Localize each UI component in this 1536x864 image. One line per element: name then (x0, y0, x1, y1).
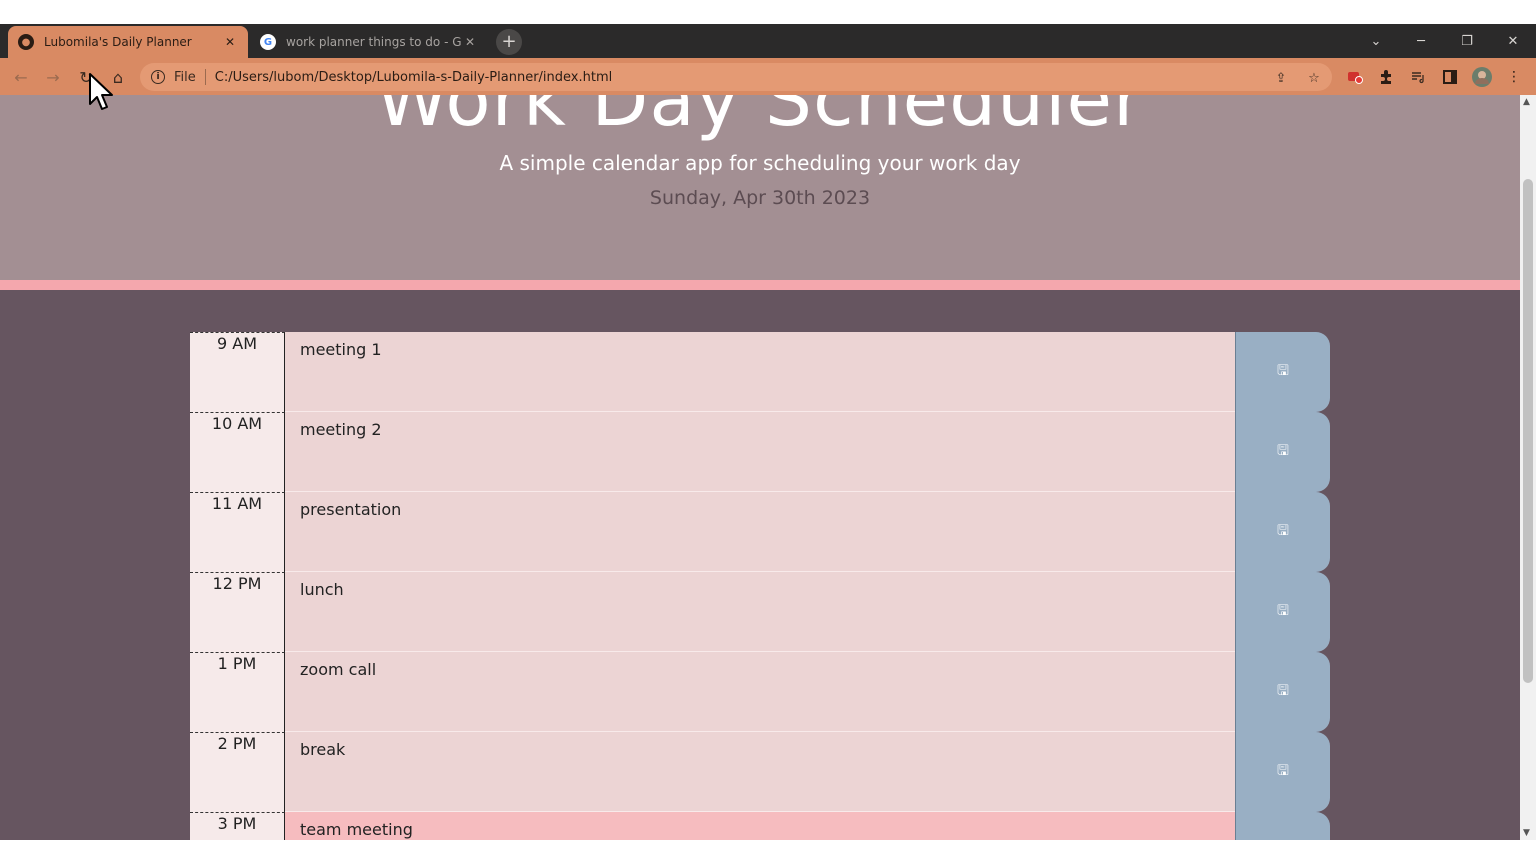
top-margin (0, 0, 1536, 24)
share-icon[interactable]: ⇪ (1272, 69, 1290, 87)
page-subtitle: A simple calendar app for scheduling you… (499, 151, 1021, 175)
browser-toolbar: ← → ↻ ⌂ i File C:/Users/lubom/Desktop/Lu… (0, 58, 1536, 95)
description-textarea[interactable]: team meeting (285, 812, 1235, 840)
vertical-scrollbar[interactable]: ▲ ▼ (1520, 95, 1536, 840)
hour-label: 1 PM (190, 652, 285, 732)
save-button[interactable]: 🖫 (1235, 812, 1330, 840)
url-text[interactable]: C:/Users/lubom/Desktop/Lubomila-s-Daily-… (215, 70, 612, 85)
side-panel-icon[interactable] (1439, 66, 1461, 88)
schedule-container: 9 AM meeting 1 🖫 10 AM meeting 2 🖫 11 AM… (190, 332, 1330, 840)
scroll-up-arrow-icon[interactable]: ▲ (1523, 97, 1530, 107)
scrollbar-thumb[interactable] (1523, 179, 1533, 683)
save-button[interactable]: 🖫 (1235, 492, 1330, 572)
media-queue-icon[interactable] (1407, 66, 1429, 88)
hour-label: 3 PM (190, 812, 285, 840)
header-jumbotron: Work Day Scheduler A simple calendar app… (0, 95, 1520, 290)
hour-label: 12 PM (190, 572, 285, 652)
save-floppy-icon: 🖫 (1277, 523, 1289, 539)
description-textarea[interactable]: break (285, 732, 1235, 812)
save-floppy-icon: 🖫 (1277, 603, 1289, 619)
profile-avatar-icon[interactable] (1471, 66, 1493, 88)
browser-tab-bar: ● Lubomila's Daily Planner ✕ G work plan… (0, 24, 1536, 58)
save-floppy-icon: 🖫 (1277, 683, 1289, 699)
tab-title: Lubomila's Daily Planner (44, 35, 192, 49)
description-textarea[interactable]: zoom call (285, 652, 1235, 732)
save-button[interactable]: 🖫 (1235, 652, 1330, 732)
info-icon[interactable]: i (151, 70, 165, 84)
time-block-row: 10 AM meeting 2 🖫 (190, 412, 1330, 492)
save-floppy-icon: 🖫 (1277, 363, 1289, 379)
divider (204, 69, 206, 85)
bookmark-star-icon[interactable]: ☆ (1305, 69, 1323, 87)
screen: ● Lubomila's Daily Planner ✕ G work plan… (0, 0, 1536, 864)
google-icon: G (260, 34, 276, 50)
minimize-button[interactable]: ─ (1406, 28, 1436, 54)
hour-label: 9 AM (190, 332, 285, 412)
description-textarea[interactable]: presentation (285, 492, 1235, 572)
hour-label: 10 AM (190, 412, 285, 492)
tab-google-search[interactable]: G work planner things to do - Goo ✕ (250, 26, 488, 58)
scroll-down-arrow-icon[interactable]: ▼ (1523, 828, 1530, 838)
save-button[interactable]: 🖫 (1235, 732, 1330, 812)
tab-title: work planner things to do - Goo (286, 35, 462, 49)
time-block-row: 12 PM lunch 🖫 (190, 572, 1330, 652)
forward-button[interactable]: → (40, 64, 66, 90)
save-floppy-icon: 🖫 (1277, 763, 1289, 779)
page-viewport: Work Day Scheduler A simple calendar app… (0, 95, 1520, 840)
time-block-row: 11 AM presentation 🖫 (190, 492, 1330, 572)
save-button[interactable]: 🖫 (1235, 572, 1330, 652)
time-block-row: 2 PM break 🖫 (190, 732, 1330, 812)
restore-button[interactable]: ❐ (1452, 28, 1482, 54)
tab-search-icon[interactable]: ⌄ (1361, 28, 1391, 54)
time-block-row: 9 AM meeting 1 🖫 (190, 332, 1330, 412)
extension-record-icon[interactable] (1344, 66, 1366, 88)
save-button[interactable]: 🖫 (1235, 412, 1330, 492)
new-tab-button[interactable]: + (496, 29, 522, 55)
save-button[interactable]: 🖫 (1235, 332, 1330, 412)
time-block-row: 3 PM team meeting 🖫 (190, 812, 1330, 840)
mouse-pointer-icon (89, 73, 113, 110)
globe-icon: ● (18, 34, 34, 50)
description-textarea[interactable]: meeting 2 (285, 412, 1235, 492)
address-bar[interactable]: i File C:/Users/lubom/Desktop/Lubomila-s… (140, 63, 1332, 91)
close-icon[interactable]: ✕ (462, 34, 478, 50)
back-button[interactable]: ← (8, 64, 34, 90)
url-scheme: File (174, 69, 196, 85)
save-floppy-icon: 🖫 (1277, 443, 1289, 459)
tab-daily-planner[interactable]: ● Lubomila's Daily Planner ✕ (8, 26, 248, 58)
bottom-margin (0, 840, 1536, 864)
puzzle-extensions-icon[interactable] (1375, 66, 1397, 88)
close-icon[interactable]: ✕ (222, 34, 238, 50)
window-close-button[interactable]: ✕ (1498, 28, 1528, 54)
hour-label: 11 AM (190, 492, 285, 572)
description-textarea[interactable]: meeting 1 (285, 332, 1235, 412)
description-textarea[interactable]: lunch (285, 572, 1235, 652)
page-title: Work Day Scheduler (375, 95, 1145, 143)
time-block-row: 1 PM zoom call 🖫 (190, 652, 1330, 732)
kebab-menu-icon[interactable]: ⋮ (1503, 66, 1525, 88)
current-date: Sunday, Apr 30th 2023 (649, 187, 871, 209)
hour-label: 2 PM (190, 732, 285, 812)
